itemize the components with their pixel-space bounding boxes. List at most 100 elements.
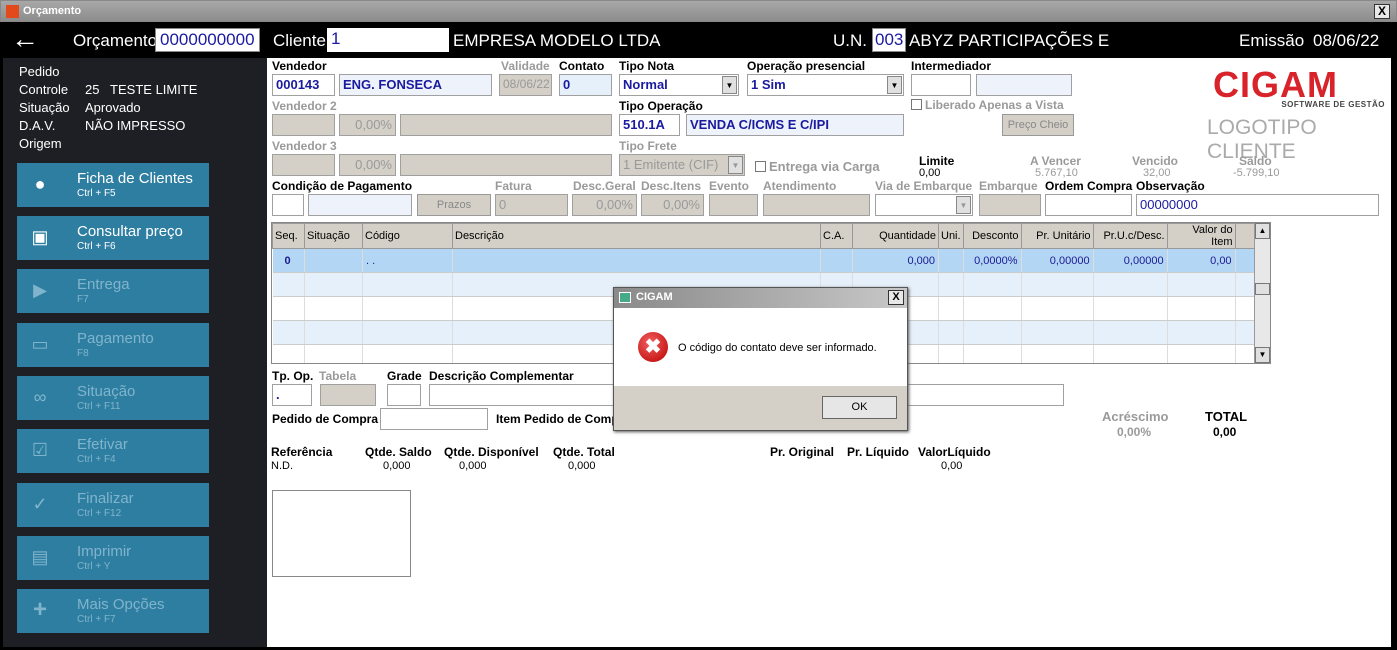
table-cell[interactable] — [938, 248, 964, 273]
table-cell[interactable] — [963, 272, 1022, 297]
table-cell[interactable] — [272, 344, 305, 363]
chevron-down-icon[interactable]: ▼ — [956, 196, 971, 214]
preco-cheio-button[interactable]: Preço Cheio — [1002, 114, 1074, 136]
table-cell[interactable] — [362, 320, 453, 345]
vendedor-code-input[interactable]: 000143 — [272, 74, 335, 96]
table-cell[interactable] — [1167, 320, 1236, 345]
table-cell[interactable] — [1021, 344, 1094, 363]
column-header[interactable]: Quantidade — [852, 223, 939, 249]
orcamento-input[interactable]: 0000000000 — [155, 28, 260, 52]
scroll-up-icon[interactable]: ▲ — [1255, 223, 1270, 239]
table-cell[interactable] — [304, 344, 363, 363]
ficha-clientes-button[interactable]: ● Ficha de Clientes Ctrl + F5 — [17, 163, 209, 207]
grade-input[interactable] — [387, 384, 421, 406]
table-cell[interactable] — [362, 272, 453, 297]
efetivar-button[interactable]: ☑ Efetivar Ctrl + F4 — [17, 429, 209, 473]
table-cell[interactable] — [304, 248, 363, 273]
column-header[interactable]: Pr. Unitário — [1020, 223, 1094, 249]
window-close-button[interactable]: X — [1374, 4, 1390, 19]
intermediador-code-input[interactable] — [911, 74, 971, 96]
pedido-compra-input[interactable] — [380, 408, 488, 430]
back-arrow-icon[interactable]: ← — [11, 25, 39, 53]
table-cell[interactable] — [272, 296, 305, 321]
column-header[interactable]: Código — [362, 223, 453, 249]
table-cell[interactable] — [452, 248, 821, 273]
column-header[interactable]: C.A. — [820, 223, 853, 249]
table-cell[interactable] — [1021, 320, 1094, 345]
table-cell[interactable] — [362, 344, 453, 363]
table-cell[interactable] — [938, 320, 964, 345]
column-header[interactable]: Descrição — [452, 223, 821, 249]
cliente-input[interactable]: 1 — [327, 28, 449, 52]
column-header[interactable]: Desconto — [962, 223, 1022, 249]
tipo-nota-select[interactable]: Normal ▼ — [619, 74, 739, 96]
table-cell[interactable] — [1021, 272, 1094, 297]
table-cell[interactable] — [963, 296, 1022, 321]
table-cell[interactable] — [963, 344, 1022, 363]
table-cell[interactable] — [304, 320, 363, 345]
ok-button[interactable]: OK — [822, 396, 897, 419]
column-header[interactable]: Uni. — [938, 223, 964, 249]
checkbox[interactable] — [911, 99, 922, 110]
table-cell[interactable]: 0,0000% — [963, 248, 1022, 273]
op-presencial-select[interactable]: 1 Sim ▼ — [747, 74, 904, 96]
table-cell[interactable] — [1235, 248, 1256, 273]
table-cell[interactable] — [938, 272, 964, 297]
table-cell[interactable]: 0,000 — [852, 248, 939, 273]
dialog-close-button[interactable]: X — [888, 290, 904, 305]
column-header[interactable]: Pr.U.c/Desc. — [1092, 223, 1168, 249]
consultar-preco-button[interactable]: ▣ Consultar preço Ctrl + F6 — [17, 216, 209, 260]
entrega-carga-checkbox[interactable]: Entrega via Carga — [755, 159, 880, 174]
scroll-thumb[interactable] — [1255, 283, 1270, 295]
scroll-down-icon[interactable]: ▼ — [1255, 347, 1270, 363]
table-cell[interactable] — [272, 272, 305, 297]
table-cell[interactable] — [820, 248, 853, 273]
table-cell[interactable] — [1235, 344, 1256, 363]
cond-pag-code-input[interactable] — [272, 194, 304, 216]
tipo-operacao-code-input[interactable]: 510.1A — [619, 114, 680, 136]
table-cell[interactable] — [1235, 296, 1256, 321]
table-cell[interactable] — [1167, 296, 1236, 321]
mais-opcoes-button[interactable]: + Mais Opções Ctrl + F7 — [17, 589, 209, 633]
table-cell[interactable]: 0,00000 — [1093, 248, 1168, 273]
ordem-compra-input[interactable] — [1045, 194, 1132, 216]
via-embarque-select[interactable]: ▼ — [875, 194, 973, 216]
prazos-button[interactable]: Prazos — [417, 194, 491, 216]
table-cell[interactable] — [1021, 296, 1094, 321]
imprimir-button[interactable]: ▤ Imprimir Ctrl + Y — [17, 536, 209, 580]
observacao-input[interactable]: 00000000 — [1136, 194, 1379, 216]
table-cell[interactable]: 0,00000 — [1021, 248, 1094, 273]
chevron-down-icon[interactable]: ▼ — [887, 76, 902, 94]
table-cell[interactable] — [1235, 320, 1256, 345]
table-cell[interactable] — [1093, 344, 1168, 363]
table-cell[interactable]: . . — [362, 248, 453, 273]
grid-scrollbar[interactable]: ▲ ▼ — [1254, 223, 1270, 363]
table-cell[interactable] — [304, 272, 363, 297]
un-input[interactable]: 003 — [872, 28, 906, 52]
table-cell[interactable] — [1167, 272, 1236, 297]
table-cell[interactable] — [938, 344, 964, 363]
table-cell[interactable]: 0,00 — [1167, 248, 1236, 273]
contato-input[interactable]: 0 — [559, 74, 612, 96]
table-cell[interactable] — [1093, 296, 1168, 321]
pagamento-button[interactable]: ▭ Pagamento F8 — [17, 323, 209, 367]
finalizar-button[interactable]: ✓ Finalizar Ctrl + F12 — [17, 483, 209, 527]
entrega-button[interactable]: ▶ Entrega F7 — [17, 269, 209, 313]
column-header[interactable]: Situação — [304, 223, 363, 249]
table-cell[interactable] — [1235, 272, 1256, 297]
table-cell[interactable] — [1167, 344, 1236, 363]
table-cell[interactable] — [362, 296, 453, 321]
table-cell[interactable] — [963, 320, 1022, 345]
liberado-checkbox[interactable]: Liberado Apenas a Vista — [911, 98, 1064, 112]
chevron-down-icon[interactable]: ▼ — [722, 76, 737, 94]
column-header[interactable]: Valor do Item — [1166, 223, 1236, 249]
table-row[interactable]: 0. . 0,000 0,0000% 0,00000 0,00000 0,00 — [272, 248, 1256, 273]
table-cell[interactable] — [1093, 272, 1168, 297]
table-cell[interactable] — [1093, 320, 1168, 345]
table-cell[interactable] — [272, 320, 305, 345]
tp-op-input[interactable]: . — [272, 384, 312, 406]
checkbox[interactable] — [755, 161, 766, 172]
table-cell[interactable]: 0 — [272, 248, 305, 273]
table-cell[interactable] — [304, 296, 363, 321]
table-cell[interactable] — [938, 296, 964, 321]
